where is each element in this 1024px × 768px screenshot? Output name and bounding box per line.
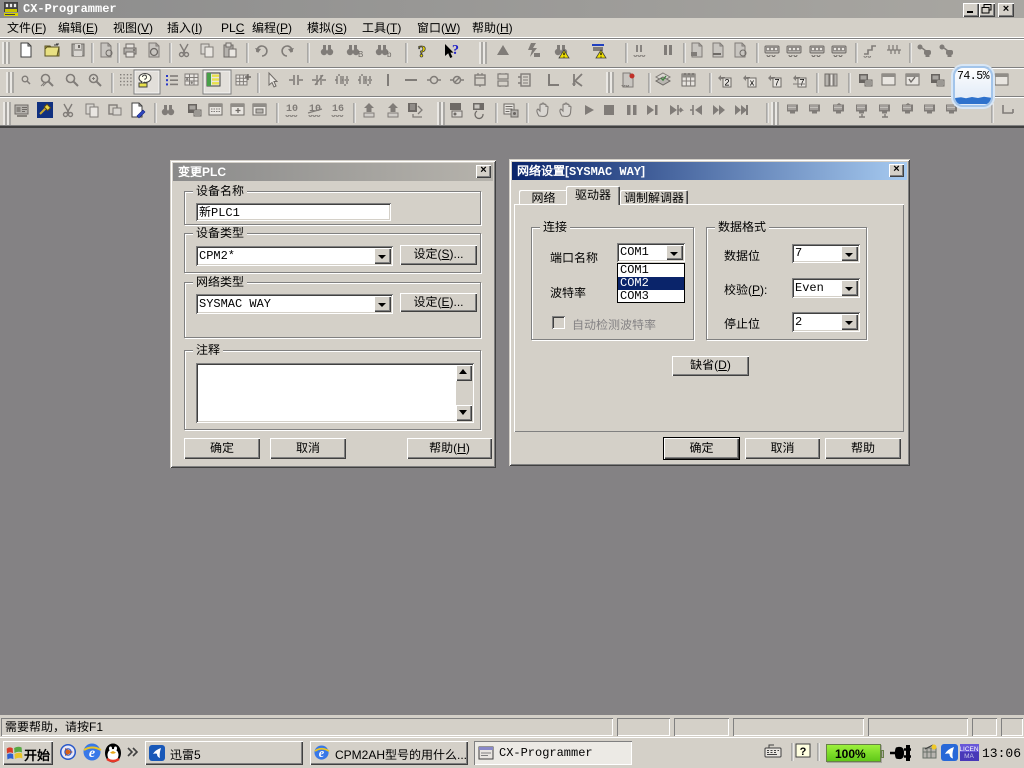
svg-text:?: ? [418, 42, 427, 61]
svg-text:10: 10 [286, 104, 298, 115]
svg-text:2: 2 [724, 78, 729, 88]
svg-text:B: B [358, 50, 363, 59]
svg-text:?: ? [800, 746, 807, 758]
svg-text:MA: MA [964, 753, 974, 760]
svg-text:x: x [750, 78, 755, 88]
svg-text:7: 7 [774, 78, 779, 88]
svg-text:LICEN: LICEN [960, 746, 979, 753]
svg-text:b: b [387, 50, 392, 59]
svg-text:?: ? [452, 43, 459, 58]
svg-text:7: 7 [799, 78, 804, 88]
svg-text:16: 16 [332, 104, 344, 115]
